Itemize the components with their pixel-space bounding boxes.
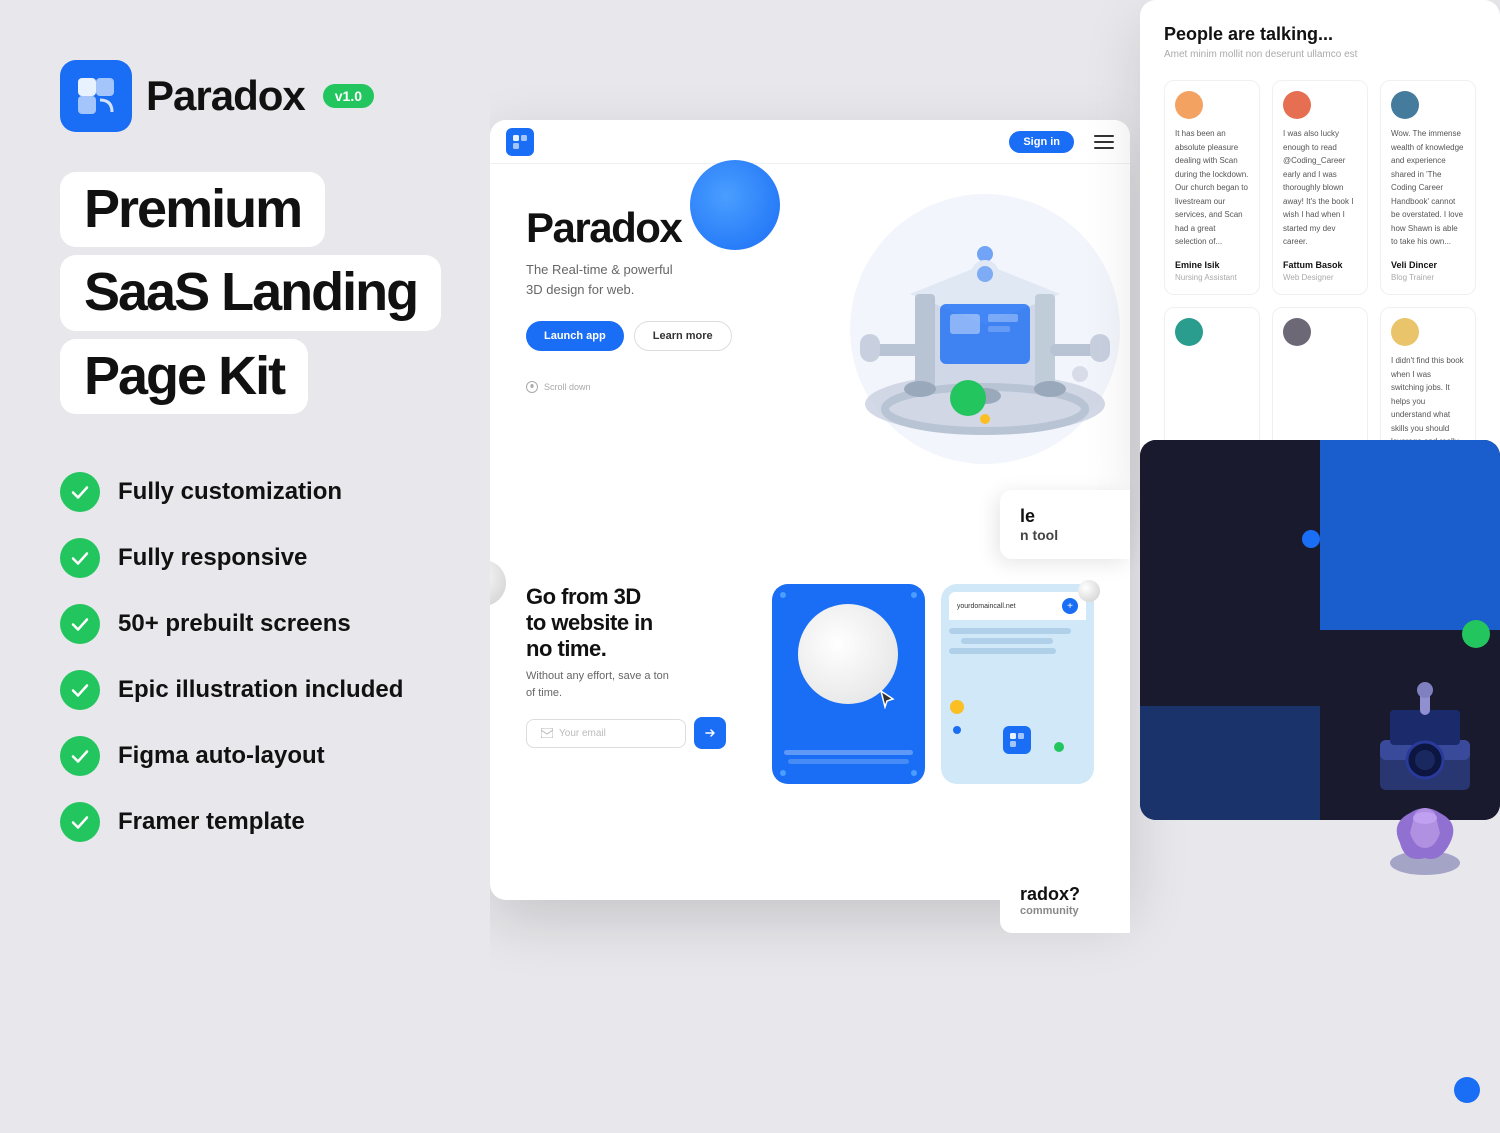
testimonial-role-2: Blog Trainer — [1391, 272, 1465, 284]
left-panel: Paradox v1.0 Premium SaaS Landing Page K… — [0, 0, 560, 1133]
right-edge-line1: le — [1020, 506, 1110, 527]
main-preview: Sign in Paradox The Real-time & powerful… — [490, 0, 1500, 1133]
testimonial-text-2: Wow. The immense wealth of knowledge and… — [1391, 129, 1464, 246]
feature-label-4: Figma auto-layout — [118, 742, 325, 770]
deco-blue-bottom — [1454, 1077, 1480, 1103]
testimonial-name-1: Fattum Basok — [1283, 259, 1357, 273]
version-badge: v1.0 — [323, 84, 374, 108]
feature-item-0: Fully customization — [60, 472, 500, 512]
hero-title: Premium SaaS Landing Page Kit — [60, 172, 500, 422]
card-green-dot — [1054, 742, 1064, 752]
hamburger-menu[interactable] — [1094, 135, 1114, 149]
testimonial-avatar-4 — [1283, 318, 1311, 346]
launch-app-button[interactable]: Launch app — [526, 321, 624, 351]
card-plus-button: + — [1062, 598, 1078, 614]
hero-line-2: SaaS Landing — [60, 255, 441, 330]
hero-line-3: Page Kit — [60, 339, 308, 414]
card-url-text: yourdomaincall.net — [957, 603, 1058, 610]
radox-line2: community — [1020, 905, 1110, 917]
testimonial-avatar-1 — [1283, 91, 1311, 119]
right-edge-line2: n tool — [1020, 527, 1110, 543]
testimonial-card-1: I was also lucky enough to read @Coding_… — [1272, 80, 1368, 295]
check-icon-0 — [60, 472, 100, 512]
testimonial-avatar-2 — [1391, 91, 1419, 119]
feature-label-2: 50+ prebuilt screens — [118, 610, 351, 638]
testimonials-title: People are talking... — [1164, 24, 1476, 45]
testimonials-panel: People are talking... Amet minim mollit … — [1140, 0, 1500, 500]
deco-green-small — [1462, 620, 1490, 648]
card-browser-bar: yourdomaincall.net + — [949, 592, 1086, 620]
email-input-display[interactable]: Your email — [526, 719, 686, 748]
card-light: yourdomaincall.net + — [941, 584, 1094, 784]
sign-in-button[interactable]: Sign in — [1009, 131, 1074, 153]
browser-nav: Sign in — [490, 120, 1130, 164]
check-icon-5 — [60, 802, 100, 842]
features-list: Fully customization Fully responsive 50+… — [60, 472, 500, 842]
testimonial-text-0: It has been an absolute pleasure dealing… — [1175, 129, 1248, 246]
email-submit-button[interactable] — [694, 717, 726, 749]
testimonial-avatar-5 — [1391, 318, 1419, 346]
deco-white-small — [1078, 580, 1100, 602]
feature-label-1: Fully responsive — [118, 544, 307, 572]
testimonial-role-0: Nursing Assistant — [1175, 272, 1249, 284]
deco-blue-small — [1302, 530, 1320, 548]
feature-label-5: Framer template — [118, 808, 305, 836]
radox-line1: radox? — [1020, 884, 1110, 905]
check-icon-2 — [60, 604, 100, 644]
feature-item-2: 50+ prebuilt screens — [60, 604, 500, 644]
card-logo-small — [1003, 726, 1031, 754]
browser-logo-icon — [506, 128, 534, 156]
testimonial-text-1: I was also lucky enough to read @Coding_… — [1283, 129, 1353, 246]
learn-more-button[interactable]: Learn more — [634, 321, 732, 351]
testimonial-avatar-3 — [1175, 318, 1203, 346]
logo-row: Paradox v1.0 — [60, 60, 500, 132]
email-form: Your email — [526, 717, 756, 749]
testimonial-card-0: It has been an absolute pleasure dealing… — [1164, 80, 1260, 295]
green-orb-decoration — [950, 380, 986, 416]
cta-buttons: Launch app Learn more — [526, 321, 786, 351]
feature-item-3: Epic illustration included — [60, 670, 500, 710]
check-icon-1 — [60, 538, 100, 578]
hero-line-1: Premium — [60, 172, 325, 247]
testimonials-grid: It has been an absolute pleasure dealing… — [1164, 80, 1476, 500]
testimonial-role-1: Web Designer — [1283, 272, 1357, 284]
check-icon-4 — [60, 736, 100, 776]
logo-icon — [60, 60, 132, 132]
card-blue — [772, 584, 925, 784]
right-edge-partial-text: le n tool — [1000, 490, 1130, 559]
landing-hero-subtitle: The Real-time & powerful3D design for we… — [526, 260, 786, 299]
partial-radox-text: radox? community — [1000, 868, 1130, 933]
logo-name: Paradox — [146, 72, 305, 120]
feature-item-4: Figma auto-layout — [60, 736, 500, 776]
testimonial-name-2: Veli Dincer — [1391, 259, 1465, 273]
feature-label-0: Fully customization — [118, 478, 342, 506]
testimonials-subtitle: Amet minim mollit non deserunt ullamco e… — [1164, 49, 1476, 60]
bottom-cta-title: Go from 3Dto website inno time. — [526, 584, 756, 662]
feature-label-3: Epic illustration included — [118, 676, 403, 704]
purple-3d-shape — [1380, 793, 1470, 883]
check-icon-3 — [60, 670, 100, 710]
testimonial-card-2: Wow. The immense wealth of knowledge and… — [1380, 80, 1476, 295]
scroll-hint: Scroll down — [526, 381, 786, 393]
feature-item-5: Framer template — [60, 802, 500, 842]
blue-orb-decoration — [690, 160, 780, 250]
deco-yellow-small — [950, 700, 964, 714]
dark-panel — [1140, 440, 1500, 820]
bottom-cta-subtitle: Without any effort, save a tonof time. — [526, 668, 756, 701]
testimonial-avatar-0 — [1175, 91, 1203, 119]
feature-item-1: Fully responsive — [60, 538, 500, 578]
testimonial-name-0: Emine Isik — [1175, 259, 1249, 273]
